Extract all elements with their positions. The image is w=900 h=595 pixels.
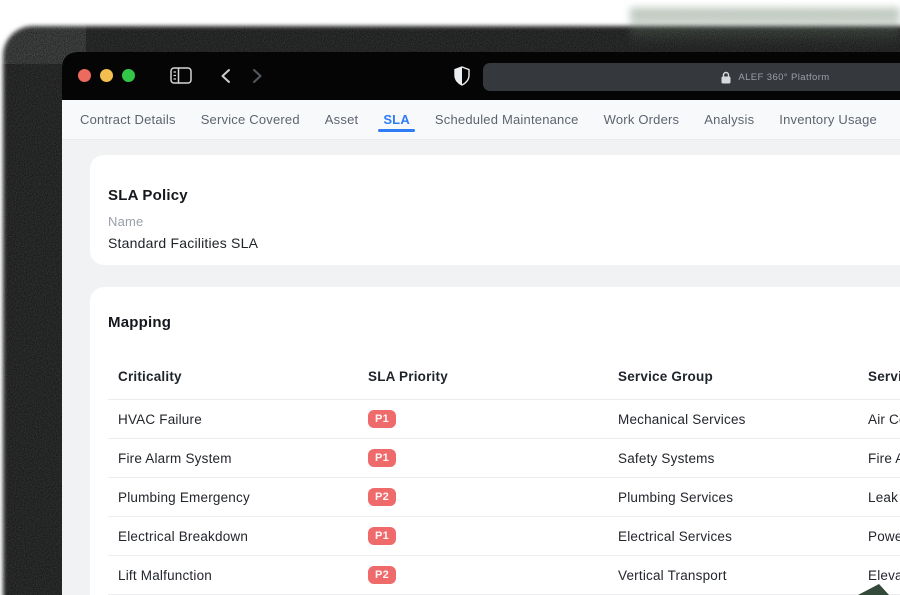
page-content: SLA Policy Name Standard Facilities SLA … bbox=[62, 140, 900, 595]
lock-icon bbox=[721, 71, 731, 83]
priority-cell: P1 bbox=[368, 410, 618, 428]
priority-badge: P2 bbox=[368, 488, 397, 506]
table-row: Lift Malfunction P2 Vertical Transport Elev… bbox=[108, 556, 900, 595]
browser-window: ALEF 360° Platform Contract Details Servi… bbox=[62, 52, 900, 595]
tab-sla[interactable]: SLA bbox=[371, 100, 423, 139]
mapping-table-header: Criticality SLA Priority Service Group Serv… bbox=[108, 368, 900, 400]
address-text: ALEF 360° Platform bbox=[738, 71, 830, 83]
priority-cell: P2 bbox=[368, 488, 618, 506]
priority-badge: P2 bbox=[368, 566, 397, 584]
name-label: Name bbox=[108, 214, 144, 229]
sidebar-toggle-icon[interactable] bbox=[170, 67, 192, 84]
sla-policy-card: SLA Policy Name Standard Facilities SLA bbox=[90, 155, 900, 265]
criticality-cell: HVAC Failure bbox=[118, 411, 202, 427]
priority-badge: P1 bbox=[368, 449, 397, 467]
service-group-cell: Plumbing Services bbox=[618, 489, 734, 505]
mapping-title: Mapping bbox=[108, 314, 172, 331]
mapping-table-body: HVAC Failure P1 Mechanical Services Air Co F… bbox=[108, 400, 900, 595]
service-group-cell: Safety Systems bbox=[618, 450, 715, 466]
tab-asset[interactable]: Asset bbox=[312, 100, 371, 139]
priority-cell: P2 bbox=[368, 566, 618, 584]
tab-inventory-usage[interactable]: Inventory Usage bbox=[767, 100, 890, 139]
criticality-cell: Plumbing Emergency bbox=[118, 489, 250, 505]
criticality-cell: Electrical Breakdown bbox=[118, 528, 249, 544]
tab-fin[interactable]: Fin bbox=[889, 100, 900, 139]
shield-icon[interactable] bbox=[454, 66, 470, 86]
service-group-cell: Vertical Transport bbox=[618, 567, 727, 583]
tab-work-orders[interactable]: Work Orders bbox=[591, 100, 692, 139]
forward-button-icon[interactable] bbox=[252, 68, 263, 84]
service-cell: Power bbox=[868, 528, 900, 544]
page: { "browser": { "address_text": "ALEF 360… bbox=[0, 0, 900, 595]
backdrop-green-tint bbox=[630, 8, 900, 44]
close-window-button[interactable] bbox=[78, 69, 91, 82]
column-header-sla-priority: SLA Priority bbox=[368, 369, 448, 384]
column-header-servic: Servic bbox=[868, 369, 900, 384]
service-cell: Air Co bbox=[868, 411, 900, 427]
column-header-criticality: Criticality bbox=[118, 369, 182, 384]
criticality-cell: Lift Malfunction bbox=[118, 567, 212, 583]
service-cell: Fire Al bbox=[868, 450, 900, 466]
table-row: Electrical Breakdown P1 Electrical Service… bbox=[108, 517, 900, 556]
service-group-cell: Electrical Services bbox=[618, 528, 733, 544]
table-row: HVAC Failure P1 Mechanical Services Air Co bbox=[108, 400, 900, 439]
table-row: Fire Alarm System P1 Safety Systems Fire Al bbox=[108, 439, 900, 478]
service-group-cell: Mechanical Services bbox=[618, 411, 746, 427]
priority-cell: P1 bbox=[368, 527, 618, 545]
tab-contract-details[interactable]: Contract Details bbox=[80, 100, 188, 139]
name-value: Standard Facilities SLA bbox=[108, 235, 259, 251]
column-header-service-group: Service Group bbox=[618, 369, 713, 384]
tab-service-covered[interactable]: Service Covered bbox=[188, 100, 312, 139]
address-bar[interactable]: ALEF 360° Platform bbox=[483, 63, 900, 91]
table-row: Plumbing Emergency P2 Plumbing Services Lea… bbox=[108, 478, 900, 517]
back-button-icon[interactable] bbox=[220, 68, 231, 84]
criticality-cell: Fire Alarm System bbox=[118, 450, 232, 466]
tab-scheduled-maintenance[interactable]: Scheduled Maintenance bbox=[422, 100, 591, 139]
priority-badge: P1 bbox=[368, 410, 397, 428]
cursor-arrow-icon bbox=[858, 584, 889, 595]
traffic-lights bbox=[78, 69, 135, 82]
browser-titlebar: ALEF 360° Platform bbox=[62, 52, 900, 100]
minimize-window-button[interactable] bbox=[100, 69, 113, 82]
tab-bar: Contract Details Service Covered Asset SLA S… bbox=[62, 100, 900, 140]
tab-analysis[interactable]: Analysis bbox=[692, 100, 767, 139]
mapping-card: Mapping Criticality SLA Priority Service G… bbox=[90, 287, 900, 595]
service-cell: Leak / bbox=[868, 489, 900, 505]
priority-badge: P1 bbox=[368, 527, 397, 545]
fullscreen-window-button[interactable] bbox=[122, 69, 135, 82]
priority-cell: P1 bbox=[368, 449, 618, 467]
sla-policy-title: SLA Policy bbox=[108, 187, 188, 204]
